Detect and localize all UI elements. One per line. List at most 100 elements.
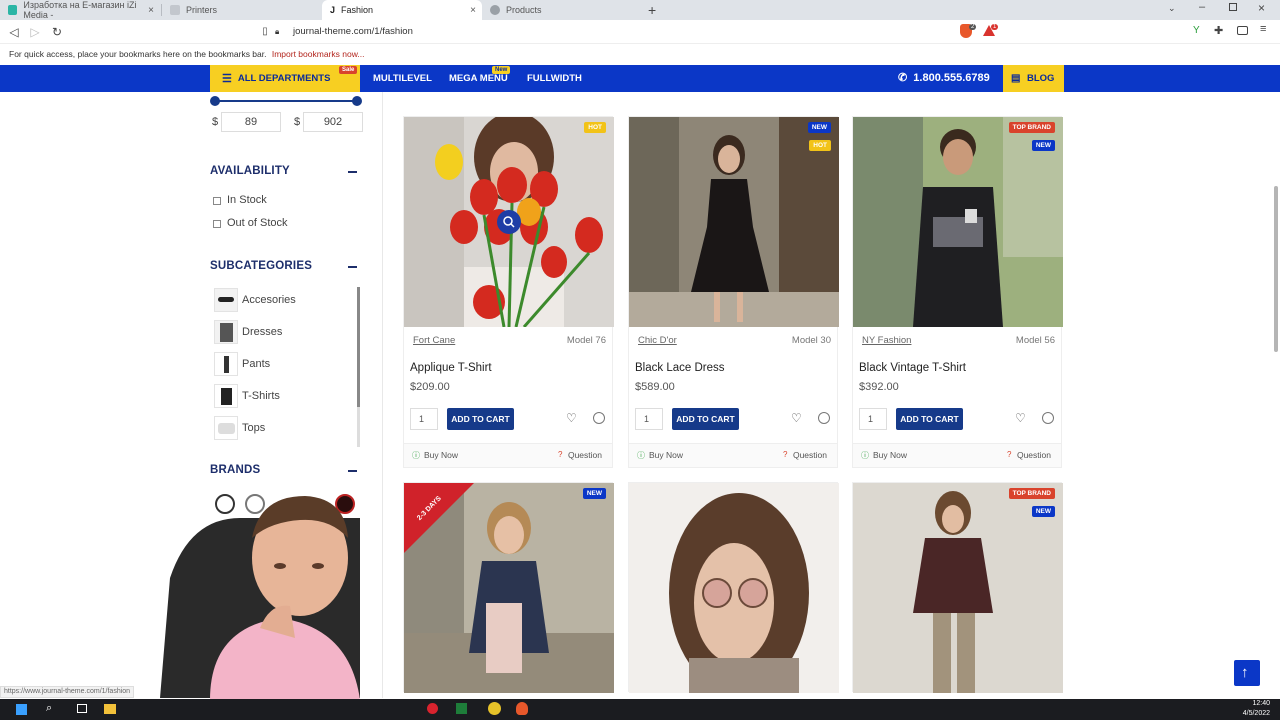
extension-icon[interactable]: Y	[1193, 25, 1200, 36]
chrome-icon[interactable]	[488, 702, 501, 715]
subcategories-scrollbar[interactable]	[357, 287, 360, 447]
compare-icon[interactable]	[1042, 412, 1054, 424]
quantity-stepper[interactable]: 1	[410, 408, 438, 430]
minimize-button[interactable]: –	[1199, 1, 1205, 13]
collapse-availability-icon[interactable]	[348, 171, 357, 173]
wallet-icon[interactable]	[1237, 26, 1248, 35]
scroll-to-top-button[interactable]: ↑	[1234, 660, 1260, 686]
wishlist-heart-icon[interactable]: ♡	[566, 411, 577, 425]
tab-title: Printers	[186, 5, 218, 15]
product-price: $392.00	[859, 381, 899, 393]
accesories-thumbnail[interactable]	[214, 288, 238, 312]
product-card	[628, 482, 839, 693]
puzzle-icon[interactable]: ✚	[1214, 24, 1223, 37]
product-brand-link[interactable]: Chic D'or	[638, 335, 677, 346]
page-scrollbar[interactable]	[1274, 186, 1278, 352]
product-image[interactable]	[629, 483, 839, 693]
list-icon: ☰	[222, 73, 232, 85]
tab-izi-media[interactable]: Изработка на Е-магазин iZi Media - ×	[0, 0, 160, 20]
excel-icon[interactable]	[456, 703, 467, 714]
dresses-thumbnail[interactable]	[214, 320, 238, 344]
journal-favicon-icon: J	[330, 5, 336, 15]
question-link[interactable]: Question	[1017, 450, 1051, 460]
hot-badge: HOT	[584, 122, 606, 133]
wishlist-heart-icon[interactable]: ♡	[1015, 411, 1026, 425]
quantity-stepper[interactable]: 1	[635, 408, 663, 430]
wishlist-heart-icon[interactable]: ♡	[791, 411, 802, 425]
url-field[interactable]: 🔒︎ journal-theme.com/1/fashion	[275, 23, 955, 41]
import-bookmarks-link[interactable]: Import bookmarks now...	[272, 49, 365, 59]
close-tab-icon[interactable]: ×	[470, 5, 476, 16]
product-brand-link[interactable]: Fort Cane	[413, 335, 455, 346]
product-name[interactable]: Black Lace Dress	[635, 362, 724, 374]
product-name[interactable]: Black Vintage T-Shirt	[859, 362, 966, 374]
top-brand-badge: TOP BRAND	[1008, 488, 1055, 499]
question-icon: ?	[1007, 450, 1012, 459]
price-min-input[interactable]: 89	[221, 112, 281, 132]
tab-search-icon[interactable]: ⌄	[1168, 3, 1176, 14]
tops-thumbnail[interactable]	[214, 416, 238, 440]
price-max-input[interactable]: 902	[303, 112, 363, 132]
browser-tab-bar: Изработка на Е-магазин iZi Media - × Pri…	[0, 0, 1280, 20]
nav-fullwidth[interactable]: FULLWIDTH	[527, 65, 582, 92]
subcategory-tops[interactable]: Tops	[242, 422, 265, 434]
file-explorer-icon[interactable]	[104, 704, 116, 714]
subcategory-pants[interactable]: Pants	[242, 358, 270, 370]
price-min-handle[interactable]	[210, 96, 220, 106]
tab-printers[interactable]: Printers	[162, 0, 320, 20]
product-name[interactable]: Applique T-Shirt	[410, 362, 492, 374]
bookmark-icon[interactable]: ▯	[257, 24, 273, 40]
buy-now-link[interactable]: Buy Now	[649, 450, 683, 460]
question-icon: ?	[558, 450, 563, 459]
price-slider-track[interactable]	[215, 100, 358, 102]
search-icon[interactable]: ⌕	[46, 702, 52, 715]
tab-products[interactable]: Products	[482, 0, 640, 20]
out-of-stock-label: Out of Stock	[227, 217, 288, 229]
add-to-cart-button[interactable]: ADD TO CART	[896, 408, 963, 430]
close-window-button[interactable]: ×	[1258, 1, 1265, 15]
forward-icon[interactable]: ▷	[27, 24, 43, 40]
task-view-icon[interactable]	[77, 704, 87, 713]
subcategory-tshirts[interactable]: T-Shirts	[242, 390, 280, 402]
menu-icon[interactable]: ≡	[1260, 23, 1266, 35]
price-max-handle[interactable]	[352, 96, 362, 106]
buy-now-link[interactable]: Buy Now	[873, 450, 907, 460]
brave-icon[interactable]	[516, 702, 528, 715]
new-tab-button[interactable]: +	[648, 2, 656, 18]
subcategory-dresses[interactable]: Dresses	[242, 326, 282, 338]
subcategory-accesories[interactable]: Accesories	[242, 294, 296, 306]
nav-multilevel[interactable]: MULTILEVEL	[373, 65, 432, 92]
question-link[interactable]: Question	[793, 450, 827, 460]
pants-thumbnail[interactable]	[214, 352, 238, 376]
close-tab-icon[interactable]: ×	[148, 5, 154, 16]
question-link[interactable]: Question	[568, 450, 602, 460]
add-to-cart-button[interactable]: ADD TO CART	[672, 408, 739, 430]
product-image[interactable]	[629, 117, 839, 327]
tshirts-thumbnail[interactable]	[214, 384, 238, 408]
add-to-cart-button[interactable]: ADD TO CART	[447, 408, 514, 430]
in-stock-checkbox[interactable]	[213, 197, 221, 205]
back-icon[interactable]: ◁	[6, 24, 22, 40]
product-brand-link[interactable]: NY Fashion	[862, 335, 911, 346]
blog-button[interactable]: ▤ BLOG	[1003, 65, 1064, 92]
all-departments-button[interactable]: ☰ ALL DEPARTMENTS	[210, 65, 360, 92]
tab-fashion[interactable]: J Fashion ×	[322, 0, 482, 20]
buy-now-link[interactable]: Buy Now	[424, 450, 458, 460]
collapse-subcategories-icon[interactable]	[348, 266, 357, 268]
out-of-stock-checkbox[interactable]	[213, 220, 221, 228]
product-image[interactable]	[404, 483, 614, 693]
quantity-stepper[interactable]: 1	[859, 408, 887, 430]
collapse-brands-icon[interactable]	[348, 470, 357, 472]
compare-icon[interactable]	[593, 412, 605, 424]
opera-icon[interactable]	[427, 703, 438, 714]
card-footer: ⓘ Buy Now ? Question	[629, 443, 837, 467]
buy-now-icon: ⓘ	[637, 451, 645, 460]
phone-link[interactable]: ✆ 1.800.555.6789	[898, 65, 990, 92]
product-image[interactable]	[404, 117, 614, 327]
compare-icon[interactable]	[818, 412, 830, 424]
maximize-button[interactable]	[1229, 3, 1237, 11]
windows-start-icon[interactable]	[16, 704, 27, 715]
phone-number: 1.800.555.6789	[913, 72, 990, 84]
availability-title: AVAILABILITY	[210, 165, 290, 177]
reload-icon[interactable]: ↻	[49, 24, 65, 40]
